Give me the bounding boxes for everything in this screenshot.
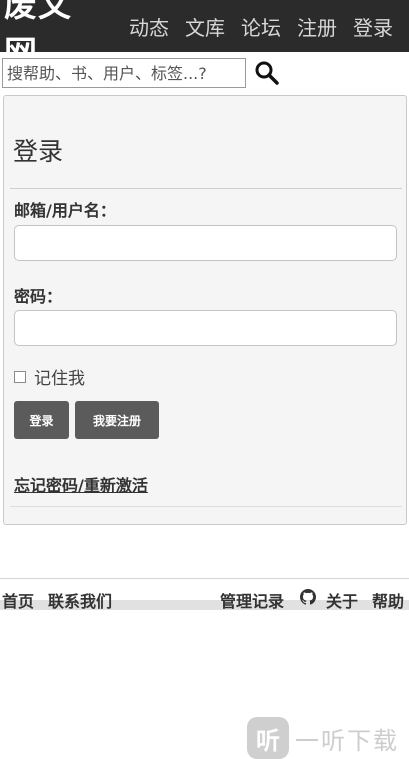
password-label: 密码： [14,287,63,306]
nav-item-forum[interactable]: 论坛 [241,12,281,41]
login-button[interactable]: 登录 [14,401,69,439]
search-bar [0,58,409,92]
nav-item-login[interactable]: 登录 [353,12,393,41]
remember-label: 记住我 [34,369,85,389]
footer-link-about[interactable]: 关于 [326,588,358,612]
remember-me: 记住我 [14,364,85,389]
footer-link-contact[interactable]: 联系我们 [48,588,112,612]
login-panel: 登录 邮箱/用户名： 密码： 记住我 登录 我要注册 忘记密码/重新激活 [3,95,407,525]
divider [10,506,402,507]
username-label: 邮箱/用户名： [14,201,116,220]
top-navbar: 废文网 动态 文库 论坛 注册 登录 [0,0,409,72]
main-nav: 动态 文库 论坛 注册 登录 [129,12,409,41]
nav-item-register[interactable]: 注册 [297,12,337,41]
divider [10,188,402,189]
github-icon[interactable] [300,589,316,605]
search-icon[interactable] [254,60,280,86]
nav-item-dynamics[interactable]: 动态 [129,12,169,41]
nav-item-library[interactable]: 文库 [185,12,225,41]
footer-divider [0,578,409,579]
register-button[interactable]: 我要注册 [75,401,159,439]
watermark-logo-icon: 听 [247,717,289,759]
password-field[interactable] [14,310,397,346]
watermark: 听 一听下载 [247,717,399,759]
page-title: 登录 [13,137,64,166]
footer-link-admin-log[interactable]: 管理记录 [220,588,284,612]
watermark-text: 一听下载 [295,726,399,755]
footer-link-home[interactable]: 首页 [2,588,34,612]
search-input[interactable] [2,58,246,88]
footer-link-help[interactable]: 帮助 [372,588,404,612]
footer: 首页 联系我们 管理记录 关于 帮助 [0,588,409,612]
username-field[interactable] [14,225,397,261]
forgot-password-link[interactable]: 忘记密码/重新激活 [14,472,148,496]
remember-checkbox[interactable] [14,370,26,383]
